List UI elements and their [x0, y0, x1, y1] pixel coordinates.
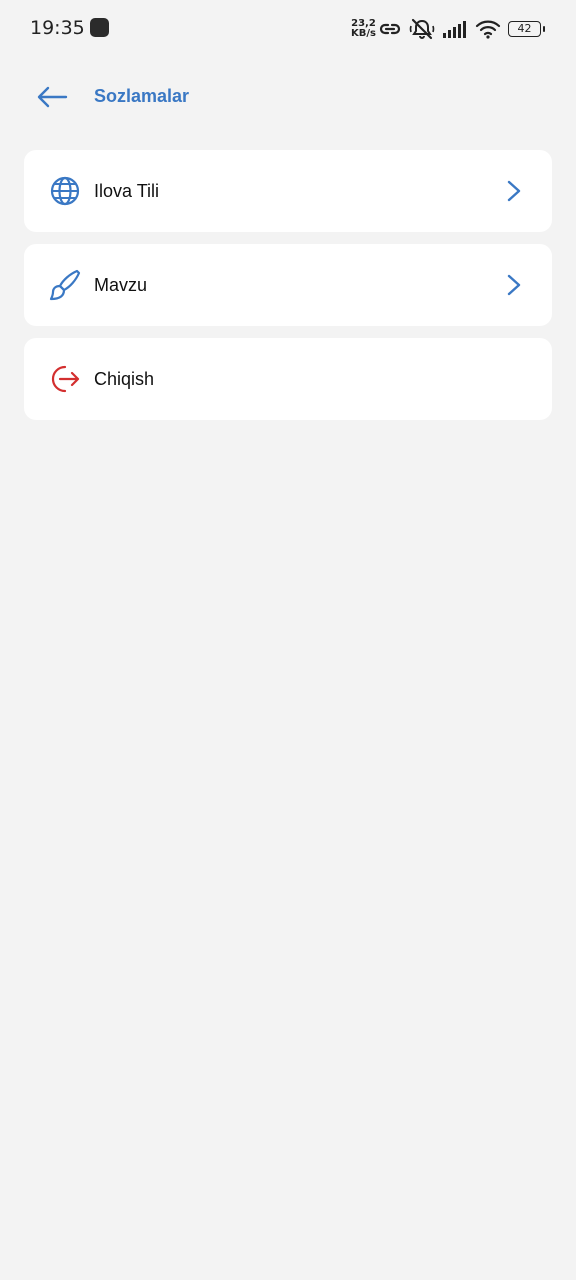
- settings-item-label: Mavzu: [94, 275, 148, 295]
- notification-app-icon: [90, 18, 109, 37]
- status-icons: 42: [378, 15, 545, 43]
- globe-icon: [50, 176, 80, 206]
- logout-icon: [51, 365, 80, 393]
- settings-item-label: Ilova Tili: [94, 181, 160, 201]
- mute-bell-icon: [409, 18, 435, 40]
- page-title: Sozlamalar: [94, 86, 190, 106]
- settings-item-language[interactable]: Ilova Tili: [24, 150, 552, 232]
- status-bar: 19:35 23,2 KB/s 42: [0, 0, 576, 58]
- back-button[interactable]: [34, 82, 70, 112]
- chevron-right-icon: [507, 274, 521, 296]
- arrow-left-icon: [37, 86, 68, 108]
- brush-icon: [49, 269, 81, 301]
- chevron-right-icon: [507, 180, 521, 202]
- settings-item-theme[interactable]: Mavzu: [24, 244, 552, 326]
- battery-icon: 42: [508, 21, 545, 37]
- link-icon: [379, 23, 401, 35]
- wifi-icon: [475, 20, 501, 39]
- signal-icon: [443, 21, 466, 38]
- app-header: Sozlamalar: [0, 70, 576, 124]
- settings-item-logout[interactable]: Chiqish: [24, 338, 552, 420]
- settings-item-label: Chiqish: [94, 369, 155, 389]
- status-time: 19:35: [30, 17, 85, 39]
- network-speed-unit: KB/s: [351, 28, 376, 39]
- network-speed: 23,2 KB/s: [351, 19, 376, 39]
